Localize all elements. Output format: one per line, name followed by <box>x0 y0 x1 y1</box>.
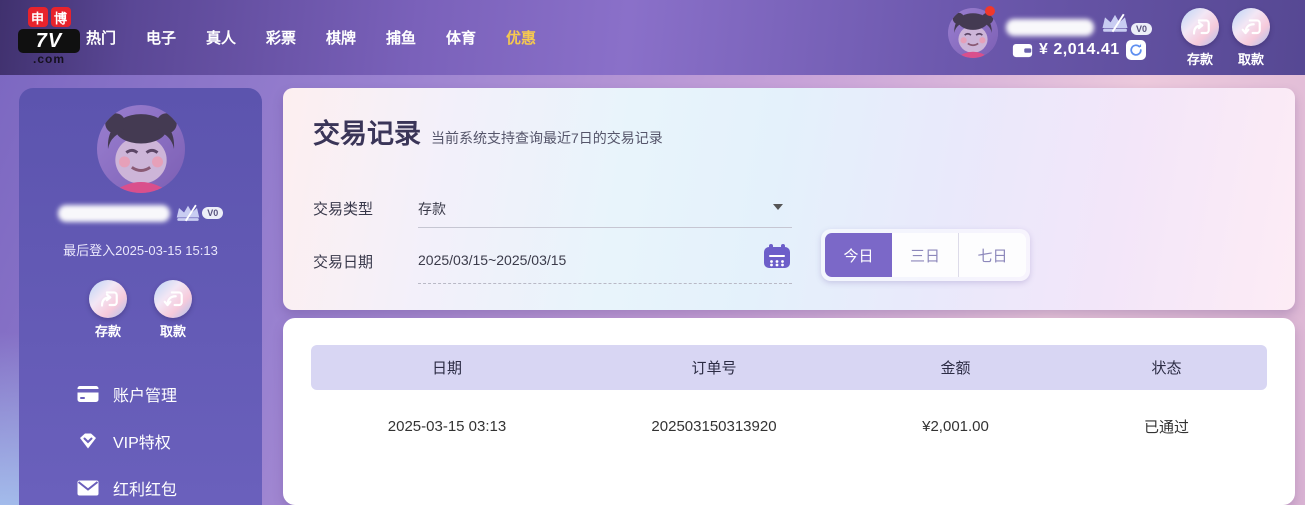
transaction-date-label: 交易日期 <box>313 254 374 271</box>
nav-item-hot[interactable]: 热门 <box>85 27 117 48</box>
calendar-icon[interactable] <box>763 243 791 274</box>
username-redacted <box>57 204 170 222</box>
logo-char-2: 博 <box>50 7 71 27</box>
range-button-today[interactable]: 今日 <box>825 233 892 277</box>
header-status: 状态 <box>1151 360 1182 377</box>
withdraw-button-top[interactable]: 取款 <box>1232 8 1270 68</box>
sidebar-quick-actions: 存款 取款 <box>19 280 262 340</box>
balance-amount: ¥ 2,014.41 <box>1039 41 1120 58</box>
cell-status: 已通过 <box>1143 419 1189 436</box>
logo-suffix: .com <box>32 52 65 66</box>
logo-main: 7V <box>18 29 80 53</box>
logo-char-1: 申 <box>27 7 48 27</box>
vip-gem-icon <box>80 433 96 448</box>
date-range-button-group: 今日 三日 七日 <box>821 229 1030 281</box>
wallet-icon <box>1012 43 1033 57</box>
vip-level-badge: V0 <box>202 207 224 219</box>
withdraw-icon <box>1241 19 1261 35</box>
sidebar-item-account-management[interactable]: 账户管理 <box>77 370 177 417</box>
page-title: 交易记录 <box>313 119 421 149</box>
nav-item-live[interactable]: 真人 <box>205 27 237 48</box>
card-icon <box>77 385 99 402</box>
vip-level-badge: V0 <box>1131 22 1153 35</box>
page-subtitle: 当前系统支持查询最近7日的交易记录 <box>431 130 663 146</box>
table-row: 2025-03-15 03:13 202503150313920 ¥2,001.… <box>311 404 1267 449</box>
user-sidebar: V0 最后登入2025-03-15 15:13 存款 取款 账户管理 VIP特权… <box>19 88 262 505</box>
balance-row: ¥ 2,014.41 <box>1012 40 1146 60</box>
nav-item-lottery[interactable]: 彩票 <box>265 27 297 48</box>
cell-order-no: 202503150313920 <box>651 418 777 435</box>
site-logo[interactable]: 申 博 7V .com <box>18 7 80 65</box>
cell-amount: ¥2,001.00 <box>922 418 989 435</box>
deposit-label: 存款 <box>1186 52 1213 67</box>
date-underline <box>418 283 792 284</box>
transaction-records-page: 申 博 7V .com 热门 电子 真人 彩票 棋牌 捕鱼 体育 优惠 V0 ¥… <box>0 0 1305 505</box>
refresh-icon <box>1129 44 1142 56</box>
deposit-icon <box>100 291 118 307</box>
range-button-seven-days[interactable]: 七日 <box>959 233 1026 277</box>
sidebar-item-label: VIP特权 <box>113 434 171 452</box>
sidebar-item-bonus-redpacket[interactable]: 红利红包 <box>77 464 177 505</box>
range-button-three-days[interactable]: 三日 <box>892 233 959 277</box>
nav-item-fishing[interactable]: 捕鱼 <box>385 27 417 48</box>
cell-date: 2025-03-15 03:13 <box>387 418 507 435</box>
deposit-label: 存款 <box>94 324 121 339</box>
withdraw-label: 取款 <box>1237 52 1264 67</box>
chevron-down-icon[interactable] <box>773 204 783 210</box>
withdraw-icon <box>163 291 183 307</box>
sidebar-user-row: V0 <box>19 204 262 222</box>
transaction-date-input[interactable]: 2025/03/15~2025/03/15 <box>418 252 566 268</box>
withdraw-button-sidebar[interactable]: 取款 <box>154 280 192 340</box>
deposit-button-sidebar[interactable]: 存款 <box>89 280 127 340</box>
vip-crown-icon <box>176 204 201 222</box>
nav-item-sports[interactable]: 体育 <box>445 27 477 48</box>
sidebar-item-label: 红利红包 <box>113 481 178 499</box>
user-avatar[interactable] <box>948 6 998 58</box>
nav-item-promos[interactable]: 优惠 <box>505 27 537 48</box>
type-underline <box>418 227 792 228</box>
sidebar-item-vip-privileges[interactable]: VIP特权 <box>77 417 177 464</box>
withdraw-label: 取款 <box>159 324 186 339</box>
nav-item-slots[interactable]: 电子 <box>145 27 177 48</box>
main-nav: 热门 电子 真人 彩票 棋牌 捕鱼 体育 优惠 <box>85 0 537 75</box>
transaction-table-panel: 日期 订单号 金额 状态 2025-03-15 03:13 2025031503… <box>283 318 1295 505</box>
table-header-row: 日期 订单号 金额 状态 <box>311 345 1267 390</box>
header-order-no: 订单号 <box>691 360 737 377</box>
deposit-button-top[interactable]: 存款 <box>1181 8 1219 68</box>
last-login-text: 最后登入2025-03-15 15:13 <box>63 243 218 258</box>
header-date: 日期 <box>431 360 462 377</box>
header-amount: 金额 <box>940 360 971 377</box>
vip-crown-icon: V0 <box>1099 13 1153 38</box>
avatar-image <box>97 105 185 193</box>
transaction-filter-panel: 交易记录 当前系统支持查询最近7日的交易记录 交易类型 存款 交易日期 2025… <box>283 88 1295 310</box>
transaction-type-label: 交易类型 <box>313 201 374 218</box>
refresh-balance-button[interactable] <box>1125 40 1146 60</box>
notification-dot <box>985 6 995 16</box>
nav-item-chess[interactable]: 棋牌 <box>325 27 357 48</box>
sidebar-avatar <box>97 105 185 193</box>
top-nav-bar: 申 博 7V .com 热门 电子 真人 彩票 棋牌 捕鱼 体育 优惠 V0 ¥… <box>0 0 1305 75</box>
username-redacted <box>1006 19 1094 36</box>
transaction-type-select[interactable]: 存款 <box>418 199 446 219</box>
sidebar-item-label: 账户管理 <box>113 387 178 405</box>
sidebar-menu: 账户管理 VIP特权 红利红包 <box>77 370 177 505</box>
envelope-icon <box>77 480 99 495</box>
deposit-icon <box>1192 19 1210 35</box>
